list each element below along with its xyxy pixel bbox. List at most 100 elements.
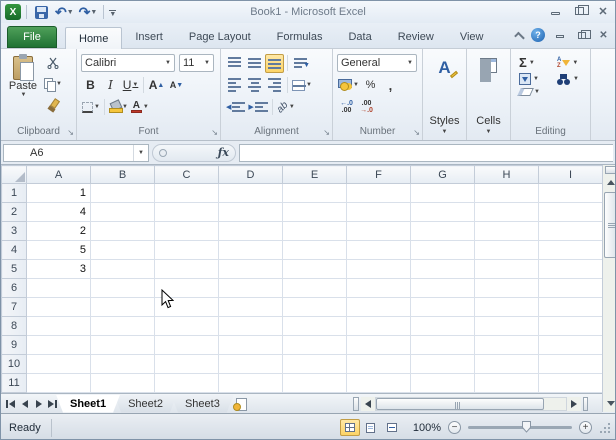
save-button[interactable]: [32, 3, 51, 22]
column-header-I[interactable]: I: [538, 165, 602, 184]
doc-close-button[interactable]: ✕: [596, 29, 611, 41]
increase-decimal-button[interactable]: ←.0.00: [337, 98, 356, 117]
middle-align-button[interactable]: [245, 54, 264, 73]
center-button[interactable]: [245, 76, 264, 95]
scroll-left-button[interactable]: [361, 397, 375, 411]
row-header-7[interactable]: 7: [1, 297, 27, 317]
first-sheet-button[interactable]: [4, 397, 17, 411]
decrease-decimal-button[interactable]: .00 →.0: [357, 98, 376, 117]
cell-E5[interactable]: [282, 259, 347, 279]
comma-style-button[interactable]: ,: [381, 76, 400, 95]
borders-button[interactable]: ▼: [81, 98, 101, 117]
cell-B5[interactable]: [90, 259, 155, 279]
row-header-10[interactable]: 10: [1, 354, 27, 374]
row-header-9[interactable]: 9: [1, 335, 27, 355]
column-header-G[interactable]: G: [410, 165, 475, 184]
cell-B4[interactable]: [90, 240, 155, 260]
doc-restore-button[interactable]: [574, 29, 591, 41]
bold-button[interactable]: B: [81, 76, 100, 95]
cell-G7[interactable]: [410, 297, 475, 317]
cell-E8[interactable]: [282, 316, 347, 336]
increase-indent-button[interactable]: ▶: [247, 98, 268, 117]
cell-C9[interactable]: [154, 335, 219, 355]
cell-G3[interactable]: [410, 221, 475, 241]
cell-C1[interactable]: [154, 183, 219, 203]
cell-G5[interactable]: [410, 259, 475, 279]
cell-D2[interactable]: [218, 202, 283, 222]
cell-G1[interactable]: [410, 183, 475, 203]
scrollbar-thumb[interactable]: [376, 398, 544, 410]
cell-H5[interactable]: [474, 259, 539, 279]
last-sheet-button[interactable]: [46, 397, 59, 411]
help-icon[interactable]: ?: [531, 28, 545, 42]
accounting-format-button[interactable]: ▼: [337, 76, 360, 95]
tab-insert[interactable]: Insert: [122, 26, 176, 48]
cell-H3[interactable]: [474, 221, 539, 241]
dialog-launcher-icon[interactable]: ↘: [211, 129, 218, 137]
tab-file[interactable]: File: [7, 26, 57, 48]
split-handle[interactable]: [353, 397, 359, 411]
cell-D11[interactable]: [218, 373, 283, 393]
close-button[interactable]: ✕: [595, 4, 611, 18]
wrap-text-button[interactable]: ▼: [291, 54, 310, 73]
cell-E4[interactable]: [282, 240, 347, 260]
sheet-tab-sheet3[interactable]: Sheet3: [171, 395, 234, 413]
cell-B7[interactable]: [90, 297, 155, 317]
cell-I1[interactable]: [538, 183, 602, 203]
row-header-8[interactable]: 8: [1, 316, 27, 336]
cell-H11[interactable]: [474, 373, 539, 393]
cell-E11[interactable]: [282, 373, 347, 393]
cell-G11[interactable]: [410, 373, 475, 393]
split-handle[interactable]: [605, 166, 615, 174]
styles-button[interactable]: StylesA Styles ▼: [423, 52, 466, 136]
orientation-button[interactable]: ab ▼: [275, 98, 296, 117]
zoom-out-button[interactable]: −: [448, 421, 461, 434]
cell-B3[interactable]: [90, 221, 155, 241]
name-box[interactable]: A6 ▼: [3, 143, 149, 162]
cell-H2[interactable]: [474, 202, 539, 222]
insert-function-button[interactable]: ƒx: [218, 146, 229, 159]
bottom-align-button[interactable]: [265, 53, 284, 73]
cell-H10[interactable]: [474, 354, 539, 374]
fill-button[interactable]: ▼: [519, 73, 547, 85]
sheet-tab-sheet2[interactable]: Sheet2: [114, 395, 177, 413]
italic-button[interactable]: I: [101, 76, 120, 95]
redo-button[interactable]: ↷ ▼: [78, 3, 99, 22]
cell-E6[interactable]: [282, 278, 347, 298]
cell-B8[interactable]: [90, 316, 155, 336]
previous-sheet-button[interactable]: [18, 397, 31, 411]
sort-filter-button[interactable]: A Z ▼: [557, 55, 585, 70]
cell-I5[interactable]: [538, 259, 602, 279]
cell-A3[interactable]: 2: [26, 221, 91, 241]
minimize-button[interactable]: [547, 4, 563, 18]
row-header-11[interactable]: 11: [1, 373, 27, 393]
cell-G9[interactable]: [410, 335, 475, 355]
cell-C2[interactable]: [154, 202, 219, 222]
cell-E2[interactable]: [282, 202, 347, 222]
horizontal-scrollbar[interactable]: [353, 396, 588, 412]
tab-home[interactable]: Home: [65, 27, 123, 49]
cell-E3[interactable]: [282, 221, 347, 241]
tab-formulas[interactable]: Formulas: [264, 26, 336, 48]
cell-G8[interactable]: [410, 316, 475, 336]
cell-A6[interactable]: [26, 278, 91, 298]
font-size-select[interactable]: 11 ▼: [179, 54, 214, 72]
top-align-button[interactable]: [225, 54, 244, 73]
cell-A7[interactable]: [26, 297, 91, 317]
page-layout-view-button[interactable]: [361, 419, 381, 436]
clear-button[interactable]: ▼: [517, 88, 547, 96]
cell-E10[interactable]: [282, 354, 347, 374]
cell-A4[interactable]: 5: [26, 240, 91, 260]
cell-F2[interactable]: [346, 202, 411, 222]
normal-view-button[interactable]: [339, 419, 360, 436]
undo-button[interactable]: ↶ ▼: [54, 3, 75, 22]
percent-style-button[interactable]: %: [361, 76, 380, 95]
minimize-ribbon-icon[interactable]: [515, 32, 524, 38]
tab-page-layout[interactable]: Page Layout: [176, 26, 264, 48]
cell-F8[interactable]: [346, 316, 411, 336]
zoom-in-button[interactable]: +: [579, 421, 592, 434]
cell-G6[interactable]: [410, 278, 475, 298]
cell-I8[interactable]: [538, 316, 602, 336]
find-select-button[interactable]: ▼: [557, 73, 585, 85]
cell-G2[interactable]: [410, 202, 475, 222]
